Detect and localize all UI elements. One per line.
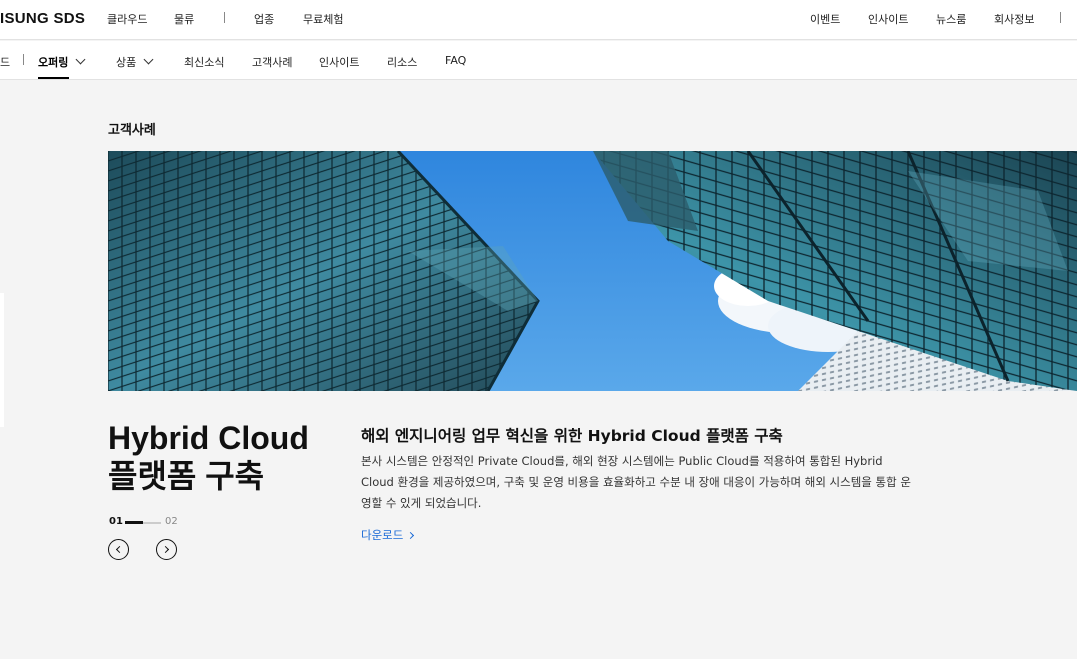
nav-divider [224, 12, 225, 23]
prev-slide-button[interactable] [108, 539, 129, 560]
subnav-divider [23, 54, 24, 65]
chevron-down-icon [75, 54, 86, 65]
secondary-nav: 드 오퍼링 상품 최신소식 고객사례 인사이트 리소스 FAQ [0, 41, 1077, 80]
pager-total: 02 [165, 516, 178, 527]
nav-insights[interactable]: 인사이트 [868, 11, 908, 27]
top-header: ISUNG SDS 클라우드 물류 업종 무료체험 이벤트 인사이트 뉴스룸 회… [0, 0, 1077, 40]
subnav-products[interactable]: 상품 [116, 54, 154, 70]
nav-events[interactable]: 이벤트 [810, 11, 840, 27]
pager-current: 01 [109, 516, 123, 527]
nav-divider [1060, 12, 1061, 23]
case-title-line-2: 플랫폼 구축 [108, 458, 265, 494]
section-title: 고객사례 [108, 123, 156, 138]
nav-logistics[interactable]: 물류 [174, 11, 194, 27]
subnav-case-studies[interactable]: 고객사례 [252, 54, 292, 70]
case-headline: 해외 엔지니어링 업무 혁신을 위한 Hybrid Cloud 플랫폼 구축 [361, 427, 783, 445]
nav-cloud[interactable]: 클라우드 [107, 11, 147, 27]
case-description: 본사 시스템은 안정적인 Private Cloud를, 해외 현장 시스템에는… [361, 454, 911, 510]
case-title: Hybrid Cloud 플랫폼 구축 [108, 419, 309, 495]
case-title-line-1: Hybrid Cloud [108, 420, 309, 456]
nav-company[interactable]: 회사정보 [994, 11, 1034, 27]
samsung-sds-logo[interactable]: ISUNG SDS [0, 10, 85, 27]
chevron-left-icon [115, 545, 124, 554]
skyscraper-illustration [108, 151, 1077, 391]
active-tab-indicator [38, 77, 69, 79]
subnav-cloud-partial[interactable]: 드 [0, 54, 10, 70]
chevron-down-icon [143, 54, 154, 65]
subnav-offering[interactable]: 오퍼링 [38, 54, 86, 70]
side-panel-edge [0, 293, 4, 427]
chevron-right-icon [407, 531, 415, 540]
chevron-right-icon [161, 545, 170, 554]
nav-newsroom[interactable]: 뉴스룸 [936, 11, 966, 27]
case-hero-image [108, 151, 1077, 391]
subnav-resources[interactable]: 리소스 [387, 54, 417, 70]
next-slide-button[interactable] [156, 539, 177, 560]
subnav-faq[interactable]: FAQ [445, 54, 466, 67]
subnav-latest-news[interactable]: 최신소식 [184, 54, 224, 70]
nav-industry[interactable]: 업종 [254, 11, 274, 27]
pager-progress [125, 521, 143, 524]
nav-free-trial[interactable]: 무료체험 [303, 11, 343, 27]
subnav-insights[interactable]: 인사이트 [319, 54, 359, 70]
download-link[interactable]: 다운로드 [361, 527, 415, 543]
